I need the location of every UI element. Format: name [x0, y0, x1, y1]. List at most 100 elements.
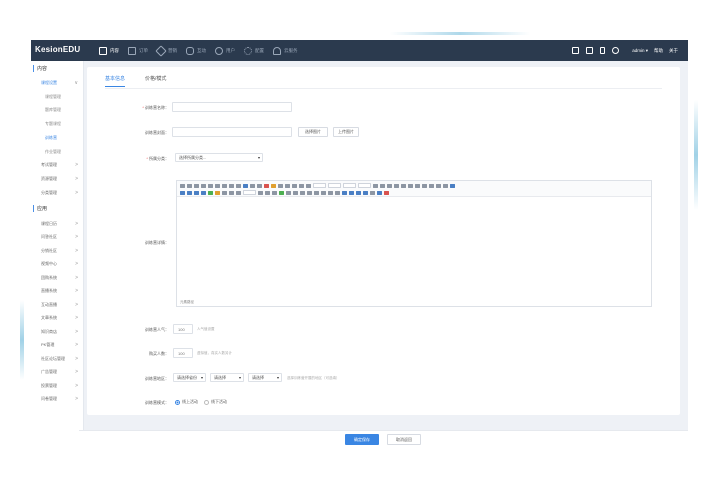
map-icon[interactable] [215, 190, 220, 195]
app-logo[interactable]: KesionEDU [35, 45, 80, 54]
chart-icon[interactable] [342, 190, 347, 195]
sidebar-item-app[interactable]: 视频中心 > [31, 260, 84, 268]
preview-icon[interactable] [356, 190, 361, 195]
district-select[interactable]: 请选择 ▾ [248, 373, 282, 382]
sidebar-item-app[interactable]: 文章系统 > [31, 314, 84, 322]
image-float-icon[interactable] [443, 183, 448, 188]
category-select[interactable]: 选择所属分类... ▾ [175, 153, 263, 162]
fullscreen-icon[interactable] [384, 190, 389, 195]
about-link[interactable]: 关于 [669, 48, 678, 54]
mode-offline-radio[interactable]: 线下活动 [204, 399, 227, 405]
line-height-icon[interactable] [299, 183, 304, 188]
indent-icon[interactable] [387, 183, 392, 188]
sidebar-item-exam[interactable]: 考试管理 > [31, 161, 84, 169]
topnav-item-config[interactable]: 配置 [244, 46, 264, 55]
emotion-icon[interactable] [258, 190, 263, 195]
font-family-select[interactable] [343, 183, 356, 188]
topnav-item-cloud[interactable]: 云服务 [273, 46, 298, 55]
delete-row-icon[interactable] [314, 190, 319, 195]
sidebar-item-category[interactable]: 分类管理 > [31, 189, 84, 197]
refresh-icon[interactable] [612, 47, 620, 54]
sidebar-item-question-bank[interactable]: 题库管理 [31, 106, 84, 114]
save-button[interactable]: 确定保存 [345, 434, 379, 445]
rich-text-editor[interactable]: 元素路径 [176, 180, 652, 307]
align-center-icon[interactable] [401, 183, 406, 188]
code-icon[interactable] [180, 183, 185, 188]
user-menu[interactable]: admin ▾ [632, 48, 648, 54]
select-all-icon[interactable] [292, 183, 297, 188]
delete-table-icon[interactable] [328, 190, 333, 195]
select-image-button[interactable]: 选择图片 [298, 127, 328, 137]
strikethrough-icon[interactable] [222, 183, 227, 188]
multi-image-icon[interactable] [187, 190, 192, 195]
link-icon[interactable] [422, 183, 427, 188]
gmap-icon[interactable] [222, 190, 227, 195]
sidebar-item-app[interactable]: 问卷管理 > [31, 395, 84, 403]
sidebar-item-app[interactable]: 广告管理 > [31, 368, 84, 376]
sidebar-item-app[interactable]: 投票管理 > [31, 382, 84, 390]
topnav-item-content[interactable]: 内容 [99, 46, 119, 55]
bold-icon[interactable] [201, 183, 206, 188]
sidebar-item-app[interactable]: 社区论坛管理 > [31, 355, 84, 363]
mobile-icon[interactable] [600, 47, 606, 54]
help-icon[interactable] [377, 190, 382, 195]
topnav-item-users[interactable]: 用户 [215, 46, 235, 55]
align-left-icon[interactable] [394, 183, 399, 188]
drafts-icon[interactable] [370, 190, 375, 195]
custom-title-select[interactable] [313, 183, 326, 188]
insert-col-icon[interactable] [293, 190, 298, 195]
buyers-input[interactable]: 100 [173, 348, 193, 358]
ltr-icon[interactable] [373, 183, 378, 188]
camp-cover-input[interactable] [172, 127, 292, 137]
province-select[interactable]: 请选择省份 ▾ [173, 373, 206, 382]
italic-icon[interactable] [208, 183, 213, 188]
insert-row-icon[interactable] [286, 190, 291, 195]
popularity-input[interactable]: 100 [173, 324, 193, 334]
sidebar-item-app[interactable]: 知识商店 > [31, 328, 84, 336]
video-icon[interactable] [194, 190, 199, 195]
attachment-icon[interactable] [208, 190, 213, 195]
upload-image-button[interactable]: 上传图片 [333, 127, 359, 137]
city-select[interactable]: 请选择 ▾ [210, 373, 244, 382]
help-link[interactable]: 帮助 [654, 48, 663, 54]
sidebar-item-special-course[interactable]: 专题课程 [31, 120, 84, 128]
camp-name-input[interactable] [172, 102, 292, 112]
paragraph-icon[interactable] [306, 183, 311, 188]
topnav-item-orders[interactable]: 订单 [128, 46, 148, 55]
paragraph-format-select[interactable] [328, 183, 341, 188]
anchor-icon[interactable] [436, 183, 441, 188]
sidebar-item-training-camp[interactable]: 训练营 [31, 134, 84, 142]
image-icon[interactable] [180, 190, 185, 195]
monitor-icon[interactable] [586, 47, 594, 54]
print-icon[interactable] [349, 190, 354, 195]
sidebar-item-app[interactable]: 分销社区 > [31, 247, 84, 255]
special-char-icon[interactable] [265, 190, 270, 195]
table-icon[interactable] [279, 190, 284, 195]
sidebar-item-app[interactable]: 互动直播 > [31, 301, 84, 309]
tab-basic-info[interactable]: 基本信息 [105, 75, 126, 87]
align-justify-icon[interactable] [415, 183, 420, 188]
sidebar-item-resources[interactable]: 资源管理 > [31, 175, 84, 183]
home-icon[interactable] [572, 47, 580, 54]
topnav-item-marketing[interactable]: 营销 [155, 44, 177, 57]
font-color-icon[interactable] [264, 183, 269, 188]
sidebar-item-app[interactable]: 问答社区 > [31, 233, 84, 241]
cancel-button[interactable]: 取消返回 [387, 434, 421, 445]
underline-icon[interactable] [215, 183, 220, 188]
subscript-icon[interactable] [236, 183, 241, 188]
delete-col-icon[interactable] [321, 190, 326, 195]
font-size-select[interactable] [358, 183, 371, 188]
page-break-icon[interactable] [236, 190, 241, 195]
unlink-icon[interactable] [429, 183, 434, 188]
sidebar-item-app[interactable]: 团购系统 > [31, 274, 84, 282]
grid-icon[interactable] [450, 183, 455, 188]
clear-format-icon[interactable] [257, 183, 262, 188]
tab-price-mode[interactable]: 价格/模式 [145, 75, 166, 87]
sidebar-item-course-manage[interactable]: 课程管理 [31, 93, 84, 101]
sidebar-item-homework[interactable]: 作业管理 [31, 148, 84, 156]
undo-icon[interactable] [187, 183, 192, 188]
superscript-icon[interactable] [229, 183, 234, 188]
format-brush-icon[interactable] [243, 183, 248, 188]
quote-icon[interactable] [250, 183, 255, 188]
redo-icon[interactable] [194, 183, 199, 188]
